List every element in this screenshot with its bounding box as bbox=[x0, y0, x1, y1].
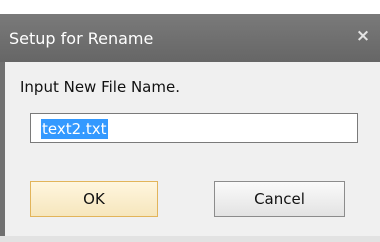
ok-button[interactable]: OK bbox=[30, 181, 158, 217]
close-icon[interactable]: × bbox=[354, 27, 372, 45]
cancel-button[interactable]: Cancel bbox=[214, 181, 345, 217]
filename-input[interactable]: text2.txt bbox=[30, 113, 358, 143]
dialog-titlebar: Setup for Rename × bbox=[0, 14, 380, 62]
dialog-title: Setup for Rename bbox=[9, 29, 154, 48]
selected-filename-text: text2.txt bbox=[41, 119, 108, 139]
dialog-left-border bbox=[0, 62, 5, 242]
input-prompt-label: Input New File Name. bbox=[20, 78, 180, 96]
rename-dialog: Setup for Rename × Input New File Name. … bbox=[0, 0, 380, 242]
dialog-bottom-edge bbox=[0, 236, 380, 242]
